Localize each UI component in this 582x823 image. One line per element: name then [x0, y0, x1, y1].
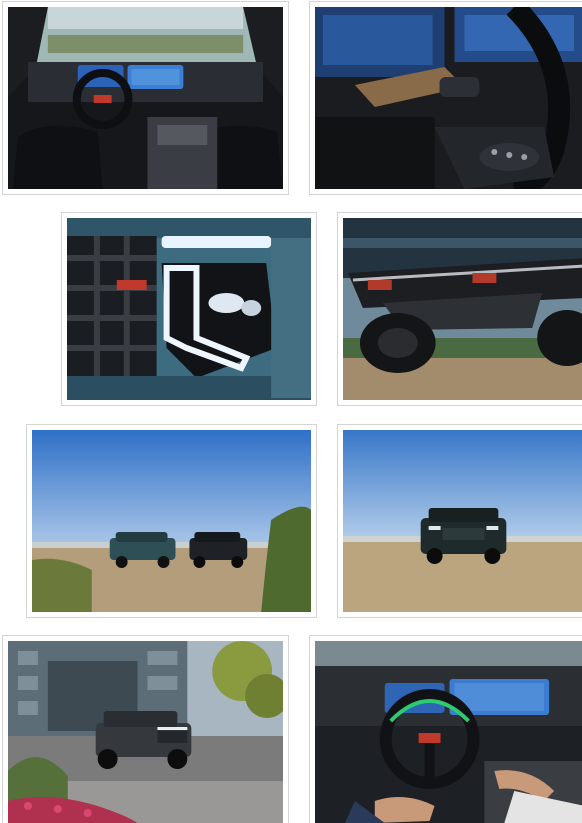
photo-headlight-closeup: [67, 218, 311, 400]
gallery-thumb-suv-beach-front[interactable]: [337, 424, 582, 618]
image-gallery: [0, 0, 582, 823]
photo-driver-hands-free: [315, 641, 582, 823]
photo-suv-city-street: [8, 641, 283, 823]
gallery-thumb-interior-dashboard[interactable]: [2, 1, 289, 195]
gallery-thumb-suv-city-street[interactable]: [2, 635, 289, 823]
gallery-thumb-headlight-closeup[interactable]: [61, 212, 317, 406]
photo-rear-bumper-closeup: [343, 218, 582, 400]
gallery-thumb-steering-wheel-closeup[interactable]: [309, 1, 582, 195]
gallery-thumb-rear-bumper-closeup[interactable]: [337, 212, 582, 406]
photo-steering-wheel-closeup: [315, 7, 582, 189]
photo-interior-dashboard: [8, 7, 283, 189]
gallery-thumb-two-suvs-beach[interactable]: [26, 424, 317, 618]
gallery-thumb-driver-hands-free[interactable]: [309, 635, 582, 823]
photo-two-suvs-beach: [32, 430, 311, 612]
photo-suv-beach-front: [343, 430, 582, 612]
